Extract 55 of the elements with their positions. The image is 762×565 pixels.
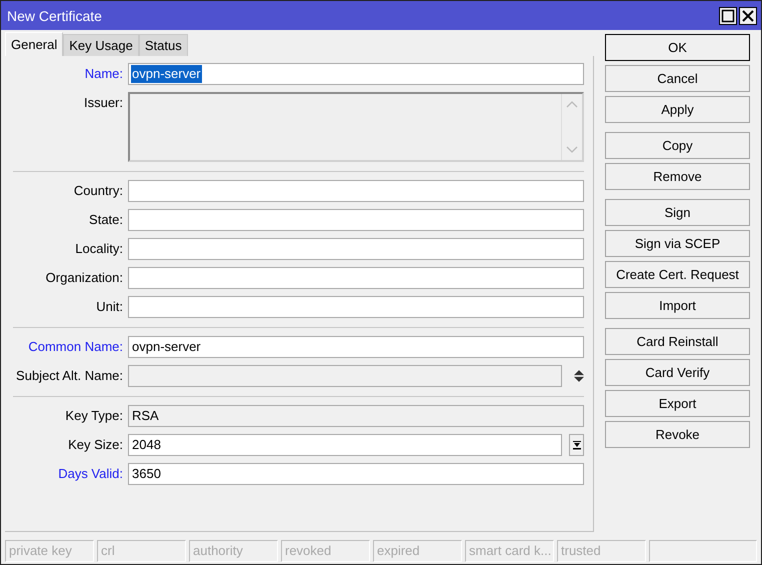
- tab[interactable]: General: [5, 32, 64, 56]
- tab[interactable]: Key Usage: [63, 34, 139, 56]
- window-title: New Certificate: [7, 8, 102, 24]
- dialog-button[interactable]: Remove: [605, 163, 750, 190]
- close-icon[interactable]: [739, 6, 757, 24]
- field-label: Key Size:: [67, 436, 123, 454]
- select-field[interactable]: 2048: [128, 434, 562, 456]
- text-field[interactable]: [128, 209, 584, 231]
- dropdown-arrow-icon: [572, 440, 582, 450]
- text-field[interactable]: ovpn-server: [128, 63, 584, 85]
- dialog-button[interactable]: Export: [605, 390, 750, 417]
- status-cell: crl: [97, 540, 186, 562]
- text-field[interactable]: [128, 180, 584, 202]
- dialog-button[interactable]: Apply: [605, 96, 750, 123]
- dialog-button[interactable]: Card Verify: [605, 359, 750, 386]
- text-field[interactable]: [128, 267, 584, 289]
- tab[interactable]: Status: [138, 34, 188, 56]
- status-cell: revoked: [281, 540, 370, 562]
- field-label: Locality:: [74, 240, 123, 258]
- status-cell: smart card k...: [465, 540, 554, 562]
- field-label: Unit:: [95, 298, 123, 316]
- field-label: Name:: [84, 65, 123, 83]
- field-label: Days Valid:: [57, 465, 123, 483]
- dialog-button[interactable]: Sign via SCEP: [605, 230, 750, 257]
- field-value: ovpn-server: [131, 65, 202, 83]
- text-field[interactable]: 3650: [128, 463, 584, 485]
- dialog-button[interactable]: Revoke: [605, 421, 750, 448]
- text-field[interactable]: ovpn-server: [128, 336, 584, 358]
- dialog-button[interactable]: Copy: [605, 132, 750, 159]
- field-value: 2048: [131, 436, 162, 454]
- maximize-icon[interactable]: [719, 6, 737, 24]
- field-label: Subject Alt. Name:: [15, 367, 123, 385]
- status-cell: authority: [189, 540, 278, 562]
- field-label: Key Type:: [64, 407, 123, 425]
- status-cell: private key: [5, 540, 94, 562]
- field-label: Country:: [72, 182, 123, 200]
- field-label: State:: [88, 211, 123, 229]
- field-value: ovpn-server: [131, 338, 202, 356]
- field-label: Common Name:: [27, 338, 123, 356]
- dialog-button[interactable]: Import: [605, 292, 750, 319]
- field-value: 3650: [131, 465, 162, 483]
- dialog-button[interactable]: Card Reinstall: [605, 328, 750, 355]
- text-field[interactable]: [128, 238, 584, 260]
- status-cell: expired: [373, 540, 462, 562]
- up-down-arrows-icon[interactable]: [574, 368, 584, 384]
- dropdown-button[interactable]: [569, 434, 584, 456]
- field-label: Issuer:: [82, 94, 123, 112]
- dialog-button[interactable]: Create Cert. Request: [605, 261, 750, 288]
- dialog-button[interactable]: OK: [605, 34, 750, 61]
- field-label: Organization:: [44, 269, 123, 287]
- status-cell: trusted: [557, 540, 646, 562]
- dialog-button[interactable]: Sign: [605, 199, 750, 226]
- field-value: RSA: [131, 407, 160, 425]
- dialog-button[interactable]: Cancel: [605, 65, 750, 92]
- text-field[interactable]: [128, 296, 584, 318]
